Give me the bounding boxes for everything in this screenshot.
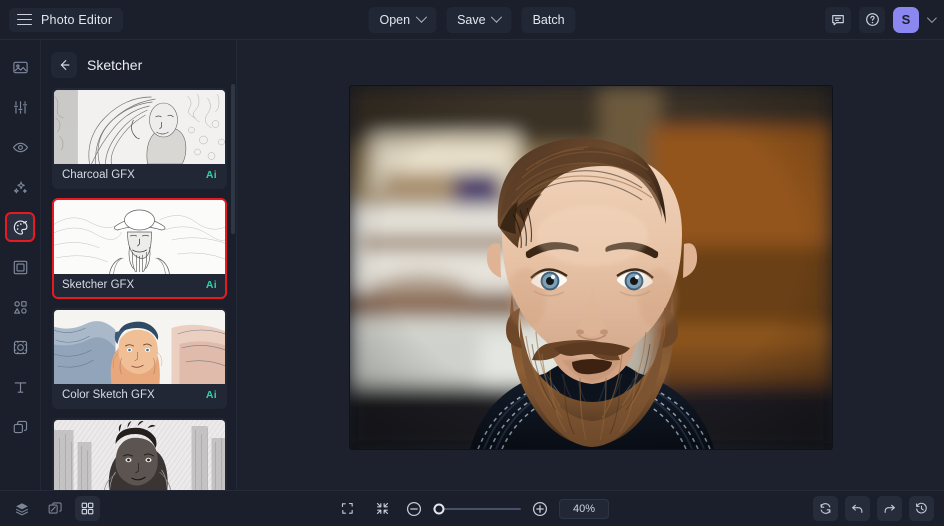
save-button-label: Save <box>457 13 486 27</box>
open-button-label: Open <box>379 13 410 27</box>
app-title: Photo Editor <box>41 13 112 27</box>
history-icon[interactable] <box>909 496 934 521</box>
panel-scrollbar[interactable] <box>231 84 235 486</box>
preset-list[interactable]: Charcoal GFX Ai <box>41 88 236 490</box>
rail-item-adjust[interactable] <box>5 92 35 122</box>
photo-canvas[interactable] <box>350 86 832 449</box>
main-body: Sketcher <box>0 40 944 490</box>
rail-item-ai-enhance[interactable] <box>5 172 35 202</box>
preset-label: Charcoal GFX <box>62 169 135 181</box>
actual-size-icon[interactable] <box>370 496 395 521</box>
account-actions: S <box>825 7 944 33</box>
undo-icon[interactable] <box>845 496 870 521</box>
grid-icon[interactable] <box>75 496 100 521</box>
chevron-down-icon <box>415 11 426 22</box>
chat-icon[interactable] <box>825 7 851 33</box>
panel-title: Sketcher <box>87 57 142 73</box>
hamburger-icon[interactable] <box>17 14 32 26</box>
rail-item-layers[interactable] <box>5 412 35 442</box>
zoom-in-icon[interactable] <box>531 500 549 518</box>
rail-item-effects[interactable] <box>5 212 35 242</box>
reset-icon[interactable] <box>813 496 838 521</box>
bottom-left-tools <box>0 496 100 521</box>
ai-badge: Ai <box>206 279 217 291</box>
canvas-area[interactable] <box>237 40 944 490</box>
redo-icon[interactable] <box>877 496 902 521</box>
ai-badge: Ai <box>206 169 217 181</box>
app-menu-button[interactable]: Photo Editor <box>9 8 123 32</box>
back-arrow-icon[interactable] <box>51 52 77 78</box>
fit-screen-icon[interactable] <box>335 496 360 521</box>
ai-badge: Ai <box>206 389 217 401</box>
layers-stack-icon[interactable] <box>9 496 34 521</box>
help-icon[interactable] <box>859 7 885 33</box>
rail-item-textures[interactable] <box>5 332 35 362</box>
rail-item-text[interactable] <box>5 372 35 402</box>
preset-thumbnail <box>54 90 225 164</box>
rail-item-shapes[interactable] <box>5 292 35 322</box>
preset-footer: Charcoal GFX Ai <box>54 164 225 187</box>
bottom-toolbar: 40% <box>0 490 944 526</box>
rail-item-image[interactable] <box>5 52 35 82</box>
preset-thumbnail <box>54 310 225 384</box>
zoom-out-icon[interactable] <box>405 500 423 518</box>
history-controls <box>813 496 934 521</box>
zoom-slider[interactable] <box>433 508 521 510</box>
rail-item-frames[interactable] <box>5 252 35 282</box>
zoom-level[interactable]: 40% <box>559 499 609 519</box>
top-toolbar: Photo Editor Open Save Batch <box>0 0 944 40</box>
batch-button-label: Batch <box>533 13 565 27</box>
preset-item-cross-hatch[interactable]: Cross Hatch GFX Ai <box>52 418 227 490</box>
tool-rail <box>0 40 41 490</box>
preset-item-sketcher[interactable]: Sketcher GFX Ai <box>52 198 227 299</box>
file-actions: Open Save Batch <box>368 7 575 33</box>
zoom-controls: 40% <box>335 496 609 521</box>
preset-label: Sketcher GFX <box>62 279 134 291</box>
batch-button[interactable]: Batch <box>522 7 576 33</box>
preset-thumbnail <box>54 420 225 490</box>
preset-footer: Color Sketch GFX Ai <box>54 384 225 407</box>
avatar[interactable]: S <box>893 7 919 33</box>
open-button[interactable]: Open <box>368 7 436 33</box>
compare-icon[interactable] <box>42 496 67 521</box>
preset-thumbnail <box>54 200 225 274</box>
chevron-down-icon <box>491 11 502 22</box>
preset-item-color-sketch[interactable]: Color Sketch GFX Ai <box>52 308 227 409</box>
photo-editor-window: Photo Editor Open Save Batch <box>0 0 944 526</box>
preset-footer: Sketcher GFX Ai <box>54 274 225 297</box>
canvas-region <box>237 40 944 490</box>
save-button[interactable]: Save <box>446 7 512 33</box>
account-chevron-down-icon[interactable] <box>927 13 937 23</box>
zoom-slider-handle[interactable] <box>434 503 445 514</box>
presets-panel: Sketcher <box>41 40 237 490</box>
panel-header: Sketcher <box>41 40 236 88</box>
preset-item-charcoal[interactable]: Charcoal GFX Ai <box>52 88 227 189</box>
preset-label: Color Sketch GFX <box>62 389 155 401</box>
rail-item-retouch[interactable] <box>5 132 35 162</box>
